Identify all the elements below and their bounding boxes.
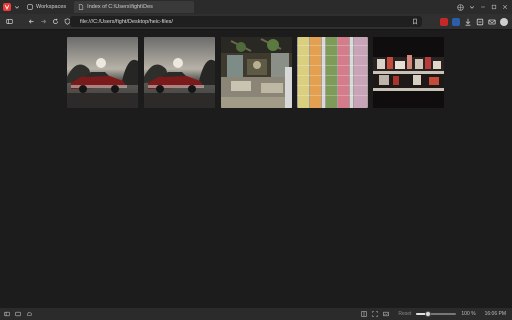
extension-shield-icon[interactable] (452, 18, 460, 26)
back-button[interactable] (25, 16, 37, 28)
panel-toggle-button[interactable] (3, 16, 15, 28)
image-car-sunset-2[interactable] (144, 37, 215, 108)
image-toggle-icon[interactable] (383, 311, 390, 317)
window-controls (457, 1, 508, 13)
tab-bar: Workspaces Index of C:\Users\fight\Des (0, 0, 512, 14)
directory-listing (0, 30, 512, 308)
extensions-area (440, 16, 508, 28)
close-icon[interactable] (502, 4, 508, 10)
arrow-left-icon (28, 19, 34, 24)
image-car-sunset-1[interactable] (67, 37, 138, 108)
panel-icon[interactable] (4, 311, 10, 317)
image-cafe-interior[interactable] (221, 37, 292, 108)
status-left-controls (4, 311, 33, 317)
browser-menu-button[interactable] (3, 3, 11, 11)
image-thread-spools[interactable] (297, 37, 368, 108)
zoom-slider[interactable] (416, 311, 457, 317)
forward-button[interactable] (37, 16, 49, 28)
zoom-level: 100 % (461, 311, 476, 317)
chevron-down-icon[interactable] (469, 4, 475, 10)
clock: 16:06 PM (484, 311, 506, 317)
status-bar: Reset 100 % 16:06 PM (0, 308, 512, 320)
page-tiling-icon[interactable] (361, 311, 368, 317)
minimize-icon[interactable] (480, 4, 486, 10)
file-icon (78, 4, 84, 10)
extension-grid-icon[interactable] (476, 18, 484, 26)
extension-red-icon[interactable] (440, 18, 448, 26)
status-right-controls: Reset 100 % 16:06 PM (361, 311, 506, 317)
tab-label: Workspaces (36, 4, 67, 10)
zoom-slider-handle[interactable] (425, 311, 432, 317)
tab-workspaces[interactable]: Workspaces (23, 1, 70, 13)
address-url[interactable]: file:///C:/Users/fight/Desktop/heic-file… (80, 19, 173, 25)
vivaldi-logo-icon (4, 4, 10, 10)
maximize-icon[interactable] (491, 4, 497, 10)
reload-button[interactable] (49, 16, 61, 28)
panel-icon (5, 19, 13, 24)
address-toolbar: file:///C:/Users/fight/Desktop/heic-file… (0, 14, 512, 30)
reload-icon (52, 18, 58, 24)
globe-icon[interactable] (457, 3, 464, 11)
extension-mail-icon[interactable] (488, 18, 496, 26)
address-field[interactable]: file:///C:/Users/fight/Desktop/heic-file… (70, 16, 422, 27)
arrow-right-icon (40, 19, 46, 24)
tab-label: Index of C:\Users\fight\Des (87, 4, 153, 10)
chevron-down-icon[interactable] (13, 3, 21, 11)
window-panel-icon[interactable] (15, 311, 21, 317)
cloud-icon[interactable] (26, 311, 33, 317)
download-icon[interactable] (464, 18, 472, 26)
image-shelf-items[interactable] (373, 37, 444, 108)
capture-icon[interactable] (372, 311, 379, 317)
zoom-reset-button[interactable]: Reset (398, 311, 411, 317)
avatar[interactable] (500, 18, 508, 26)
bookmark-icon[interactable] (412, 18, 418, 25)
workspaces-icon (27, 4, 33, 10)
tab-index-of[interactable]: Index of C:\Users\fight\Des (74, 1, 195, 13)
